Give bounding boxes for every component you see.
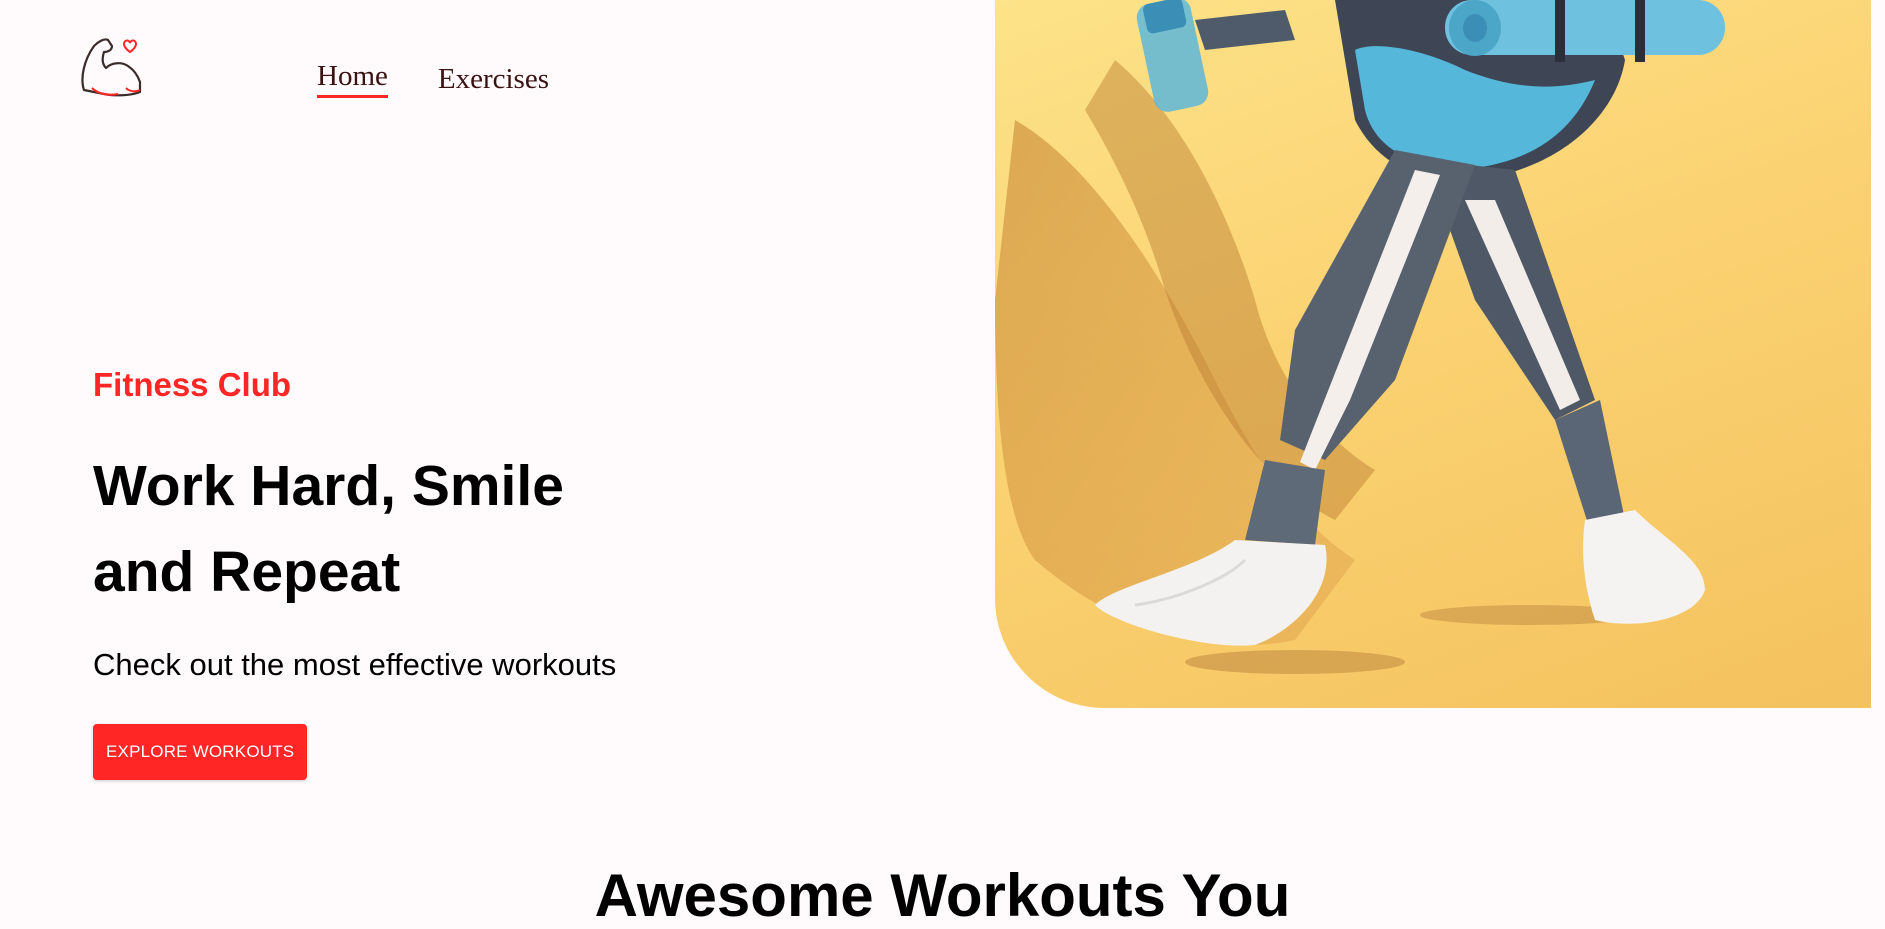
flexed-bicep-heart-icon: [81, 38, 142, 97]
hero-subtitle: Check out the most effective workouts: [93, 647, 617, 682]
hero-section: Fitness Club Work Hard, Smile and Repeat…: [93, 368, 913, 780]
woman-walking-photo: [995, 0, 1725, 674]
explore-workouts-button[interactable]: EXPLORE WORKOUTS: [93, 724, 308, 780]
logo[interactable]: [78, 32, 142, 100]
hero-title: Work Hard, Smile and Repeat: [93, 454, 564, 604]
section-heading: Awesome Workouts You: [594, 862, 1291, 929]
hero-tagline: Fitness Club: [93, 366, 292, 403]
hero-banner-image: [995, 0, 1871, 708]
main-nav: Home Exercises: [317, 62, 549, 98]
nav-link-home[interactable]: Home: [317, 62, 388, 98]
nav-link-exercises[interactable]: Exercises: [438, 65, 549, 98]
